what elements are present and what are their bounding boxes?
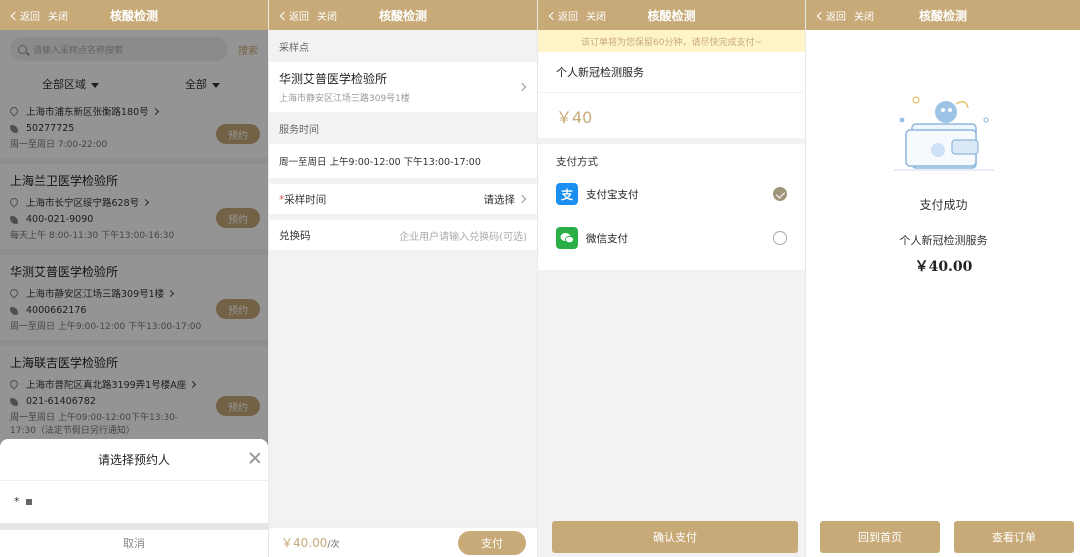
- alipay-option[interactable]: 支 支付宝支付: [556, 172, 787, 216]
- sample-time-value: 请选择: [483, 193, 516, 206]
- close-button[interactable]: 关闭: [317, 8, 337, 23]
- person-option[interactable]: *: [0, 481, 268, 523]
- alipay-label: 支付宝支付: [586, 188, 639, 201]
- select-person-sheet: 请选择预约人 * 取消: [0, 439, 268, 557]
- back-button[interactable]: 返回 关闭: [279, 0, 337, 30]
- chevron-left-icon: [816, 11, 826, 20]
- price: ￥40.00/次: [281, 534, 339, 551]
- back-button[interactable]: 返回 关闭: [816, 0, 874, 30]
- success-amount: ￥40.00: [914, 259, 973, 275]
- site-address: 上海市静安区江场三路309号1楼: [279, 94, 410, 104]
- price-value: ￥40.00: [281, 536, 328, 550]
- chevron-left-icon: [279, 11, 289, 20]
- screen-clinic-list: 返回 关闭 核酸检测 请输入采样点名称搜索 搜索 全部区域 全部 上海市浦东新区…: [0, 0, 268, 557]
- back-label: 返回: [20, 11, 40, 23]
- redeem-code-row: 兑换码 企业用户请输入兑换码(可选): [269, 220, 537, 250]
- success-title: 支付成功: [919, 198, 968, 212]
- redeem-label: 兑换码: [279, 229, 311, 242]
- view-order-button[interactable]: 查看订单: [954, 521, 1074, 553]
- alipay-radio[interactable]: [773, 187, 787, 201]
- sheet-header: 请选择预约人: [0, 439, 268, 481]
- alipay-icon: 支: [556, 183, 578, 205]
- back-label: 返回: [558, 11, 578, 23]
- back-label: 返回: [289, 11, 309, 23]
- wechat-option[interactable]: 微信支付: [556, 216, 787, 260]
- pay-method-label: 支付方式: [556, 155, 598, 168]
- nav-bar: 返回 关闭 核酸检测: [269, 0, 537, 30]
- back-button[interactable]: 返回 关闭: [10, 0, 68, 30]
- service-name: 个人新冠检测服务: [538, 52, 805, 92]
- screen-payment: 返回 关闭 核酸检测 该订单将为您保留60分钟，请尽快完成支付~ 个人新冠检测服…: [537, 0, 805, 557]
- wechat-icon: [556, 227, 578, 249]
- confirm-pay-button[interactable]: 确认支付: [552, 521, 798, 553]
- close-button[interactable]: 关闭: [854, 8, 874, 23]
- chevron-left-icon: [10, 11, 20, 20]
- cancel-button[interactable]: 取消: [0, 530, 268, 556]
- nav-bar: 返回 关闭 核酸检测: [538, 0, 805, 30]
- order-notice: 该订单将为您保留60分钟，请尽快完成支付~: [538, 30, 805, 52]
- success-actions: 回到首页 查看订单: [820, 521, 1074, 553]
- screens-row: 返回 关闭 核酸检测 请输入采样点名称搜索 搜索 全部区域 全部 上海市浦东新区…: [0, 0, 1080, 557]
- close-button[interactable]: 关闭: [586, 8, 606, 23]
- wechat-label: 微信支付: [586, 232, 628, 245]
- screen-pay-success: 返回 关闭 核酸检测 支付成功 个人新冠检测服务 ￥40.00 回到首页 查看订…: [805, 0, 1080, 557]
- pay-method-section: 支付方式 支 支付宝支付 微信支付: [538, 144, 805, 270]
- site-card[interactable]: 华测艾普医学检验所 上海市静安区江场三路309号1楼: [269, 62, 537, 112]
- nav-bar: 返回 关闭 核酸检测: [806, 0, 1080, 30]
- success-service: 个人新冠检测服务: [899, 234, 988, 247]
- wechat-radio[interactable]: [773, 231, 787, 245]
- sample-time-text: 采样时间: [284, 193, 327, 206]
- sheet-divider: [0, 523, 268, 530]
- close-icon[interactable]: [248, 451, 262, 465]
- person-marker: *: [14, 495, 20, 508]
- payment-amount: ￥40: [538, 92, 805, 138]
- close-button[interactable]: 关闭: [48, 8, 68, 23]
- redeem-code-input[interactable]: 企业用户请输入兑换码(可选): [399, 228, 527, 243]
- wallet-illustration-icon: [894, 96, 994, 171]
- service-time: 周一至周日 上午9:00-12:00 下午13:00-17:00: [269, 144, 537, 178]
- sheet-title: 请选择预约人: [97, 453, 170, 467]
- person-placeholder-icon: [25, 499, 32, 505]
- bottom-bar: ￥40.00/次 支付: [269, 527, 537, 557]
- home-button[interactable]: 回到首页: [820, 521, 940, 553]
- chevron-right-icon: [517, 194, 527, 204]
- back-button[interactable]: 返回 关闭: [548, 0, 606, 30]
- screen-booking-form: 返回 关闭 核酸检测 采样点 华测艾普医学检验所 上海市静安区江场三路309号1…: [268, 0, 537, 557]
- price-unit: /次: [327, 540, 340, 550]
- time-section-label: 服务时间: [279, 124, 319, 136]
- site-section-label: 采样点: [279, 42, 309, 54]
- back-label: 返回: [826, 11, 846, 23]
- nav-bar: 返回 关闭 核酸检测: [0, 0, 268, 30]
- site-name: 华测艾普医学检验所: [279, 72, 388, 86]
- pay-button[interactable]: 支付: [458, 530, 526, 555]
- chevron-left-icon: [548, 11, 558, 20]
- sample-time-label: *采样时间: [279, 192, 326, 207]
- sample-time-row[interactable]: *采样时间 请选择: [269, 184, 537, 214]
